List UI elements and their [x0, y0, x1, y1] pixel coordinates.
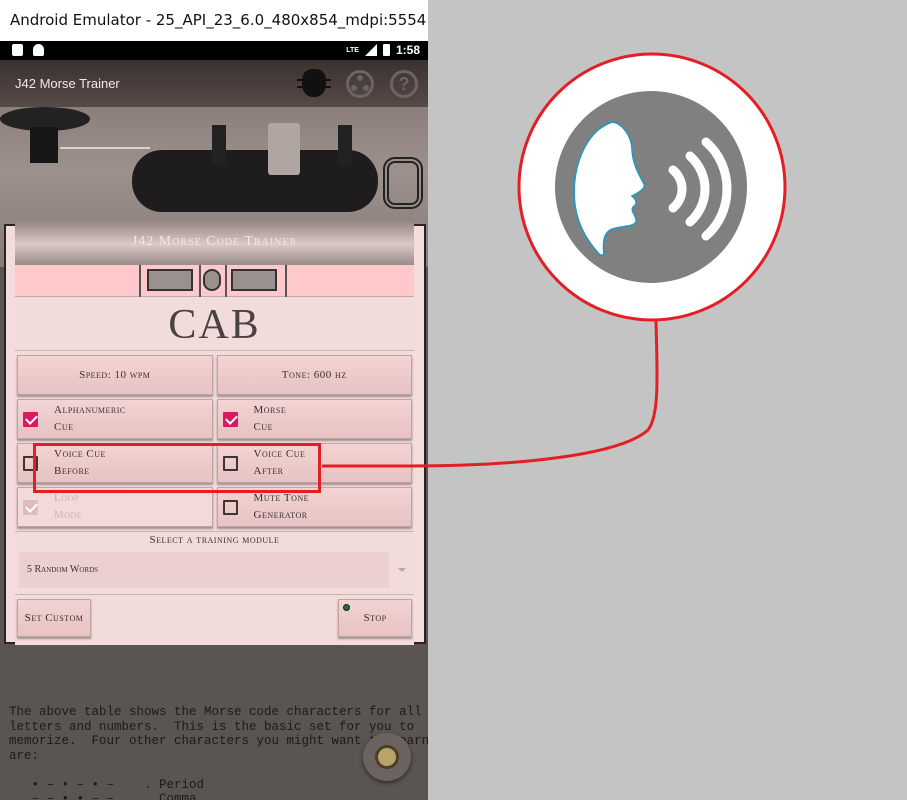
module-section: Select a training module 5 Random Words	[15, 531, 414, 588]
tone-button[interactable]: Tone: 600 hz	[216, 355, 412, 395]
set-custom-button[interactable]: Set Custom	[17, 599, 91, 637]
display-word: CAB	[15, 297, 414, 351]
emulator-title-bar: Android Emulator - 25_API_23_6.0_480x854…	[0, 0, 428, 41]
sounder-graphic	[15, 265, 414, 297]
trainer-panel: J42 Morse Code Trainer CAB Speed: 10 wpm…	[15, 219, 414, 645]
key-wire-shape	[60, 147, 150, 149]
signal-icon	[364, 44, 377, 56]
dropdown-arrow-icon[interactable]	[398, 568, 406, 572]
bug-icon[interactable]	[297, 69, 331, 97]
voice-speaking-icon	[573, 121, 732, 256]
module-select[interactable]: 5 Random Words	[17, 552, 412, 588]
mute-tone-generator-checkbox[interactable]: Mute Tone Generator	[216, 487, 412, 527]
callout-badge	[555, 91, 747, 283]
checkbox-label: Alphanumeric Cue	[54, 404, 126, 433]
checkbox-label: Mute Tone Generator	[253, 492, 310, 521]
key-post-shape	[338, 125, 352, 165]
checkbox-checked-icon	[23, 411, 38, 427]
floating-action-button[interactable]	[363, 733, 411, 781]
key-coil-shape	[383, 157, 423, 209]
key-lever-shape	[268, 123, 300, 175]
emulator-title: Android Emulator - 25_API_23_6.0_480x854…	[10, 11, 427, 29]
status-led-icon	[343, 604, 350, 611]
speed-button[interactable]: Speed: 10 wpm	[17, 355, 213, 395]
network-type: LTE	[346, 46, 359, 54]
action-row: Set Custom Stop	[15, 594, 414, 642]
app-title: J42 Morse Trainer	[15, 76, 120, 91]
android-device-screen: LTE 1:58 J42 Morse Trainer ? J42 Morse C…	[0, 41, 428, 800]
android-icon	[33, 44, 44, 56]
callout-ring	[517, 52, 787, 322]
checkbox-checked-icon	[222, 411, 238, 427]
checkbox-label: Loop Mode	[54, 492, 83, 521]
module-label: Select a training module	[149, 534, 280, 546]
key-stem-shape	[30, 127, 58, 163]
morse-cue-checkbox[interactable]: Morse Cue	[216, 399, 412, 439]
battery-icon	[382, 44, 390, 56]
checkbox-disabled-icon	[23, 499, 38, 515]
status-time: 1:58	[395, 43, 420, 57]
voice-cue-highlight-box	[33, 443, 321, 493]
sd-card-icon	[12, 44, 23, 56]
stop-button[interactable]: Stop	[338, 599, 412, 637]
share-icon[interactable]	[346, 70, 374, 98]
alphanumeric-cue-checkbox[interactable]: Alphanumeric Cue	[17, 399, 213, 439]
key-post-shape	[212, 125, 226, 165]
panel-header: J42 Morse Code Trainer	[15, 219, 414, 265]
checkbox-label: Morse Cue	[253, 404, 287, 433]
status-bar: LTE 1:58	[0, 41, 428, 60]
checkbox-unchecked-icon	[222, 499, 238, 515]
help-icon[interactable]: ?	[390, 70, 418, 98]
stop-button-label: Stop	[363, 612, 387, 624]
loop-mode-checkbox: Loop Mode	[17, 487, 213, 527]
app-action-bar: J42 Morse Trainer ?	[0, 60, 428, 107]
reference-text: The above table shows the Morse code cha…	[9, 705, 428, 800]
module-selected-value[interactable]: 5 Random Words	[19, 552, 389, 588]
telegraph-key-icon	[375, 745, 399, 769]
